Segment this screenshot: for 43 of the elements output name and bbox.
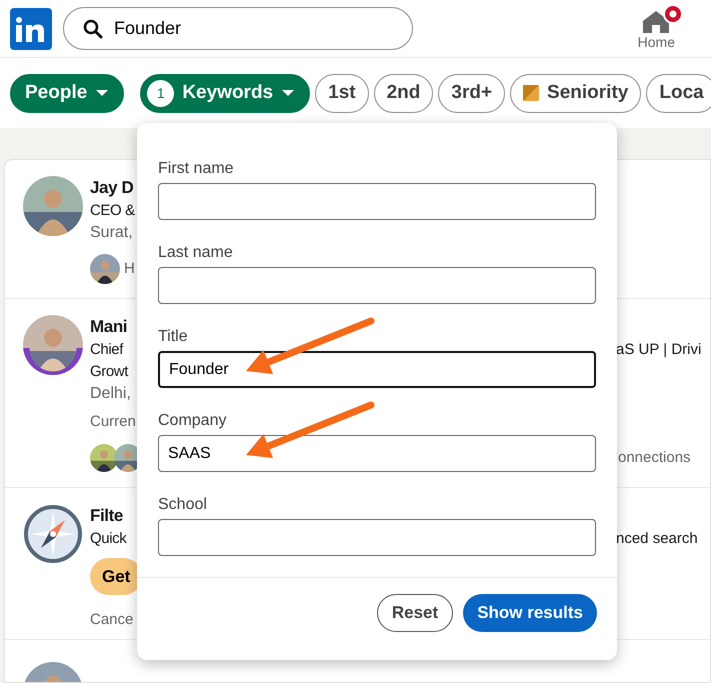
headline-text: CEO & (90, 201, 136, 221)
caret-icon (281, 89, 296, 97)
nav-label[interactable]: Home (638, 34, 675, 50)
headline-text: nced search (616, 529, 698, 549)
input-field[interactable] (158, 267, 596, 304)
home-icon[interactable] (642, 10, 670, 34)
logo-icon[interactable] (10, 8, 52, 50)
show-results-button[interactable]: Show results (463, 594, 597, 632)
field-label: Title (158, 327, 189, 347)
count-badge: 1 (147, 80, 174, 106)
location-text: Delhi, (90, 384, 132, 404)
person-name[interactable]: Jay D (90, 176, 138, 200)
search-field[interactable]: Founder (63, 7, 413, 50)
filter-pill[interactable]: Loca (646, 74, 711, 112)
caret-icon (95, 89, 110, 97)
input-field[interactable] (158, 519, 596, 556)
filter-pill[interactable]: 1st (315, 74, 369, 112)
snippet-text[interactable]: Cance (90, 609, 138, 631)
promo-title[interactable]: Filte (90, 504, 138, 528)
person-name[interactable]: Mani (90, 315, 138, 339)
field-label: First name (158, 159, 235, 179)
filter-pill[interactable]: People (10, 74, 124, 112)
input-field[interactable]: SAAS (158, 435, 596, 472)
reset-button[interactable]: Reset (376, 594, 454, 632)
headline-text: Quick (90, 529, 128, 549)
input-field[interactable] (158, 183, 596, 220)
filter-pill[interactable]: Seniority (510, 74, 642, 112)
connection-text: H (124, 259, 135, 279)
field-label: Company (158, 411, 228, 431)
snippet-text: Curren (90, 412, 137, 432)
field-label: Last name (158, 243, 234, 263)
input-field[interactable]: Founder (158, 351, 596, 388)
filter-pill[interactable]: 2nd (374, 74, 434, 112)
headline-text: aS UP | Drivi (616, 340, 702, 360)
headline-text: Growt (90, 362, 130, 382)
filter-pill[interactable]: 1 Keywords (140, 74, 310, 112)
field-label: School (158, 495, 208, 515)
premium-icon (523, 85, 540, 101)
connection-text: onnections (618, 448, 692, 468)
location-text: Surat, (90, 223, 134, 243)
filter-pill[interactable]: 3rd+ (438, 74, 506, 112)
headline-text: Chief (90, 340, 124, 360)
compass-icon (23, 504, 83, 564)
